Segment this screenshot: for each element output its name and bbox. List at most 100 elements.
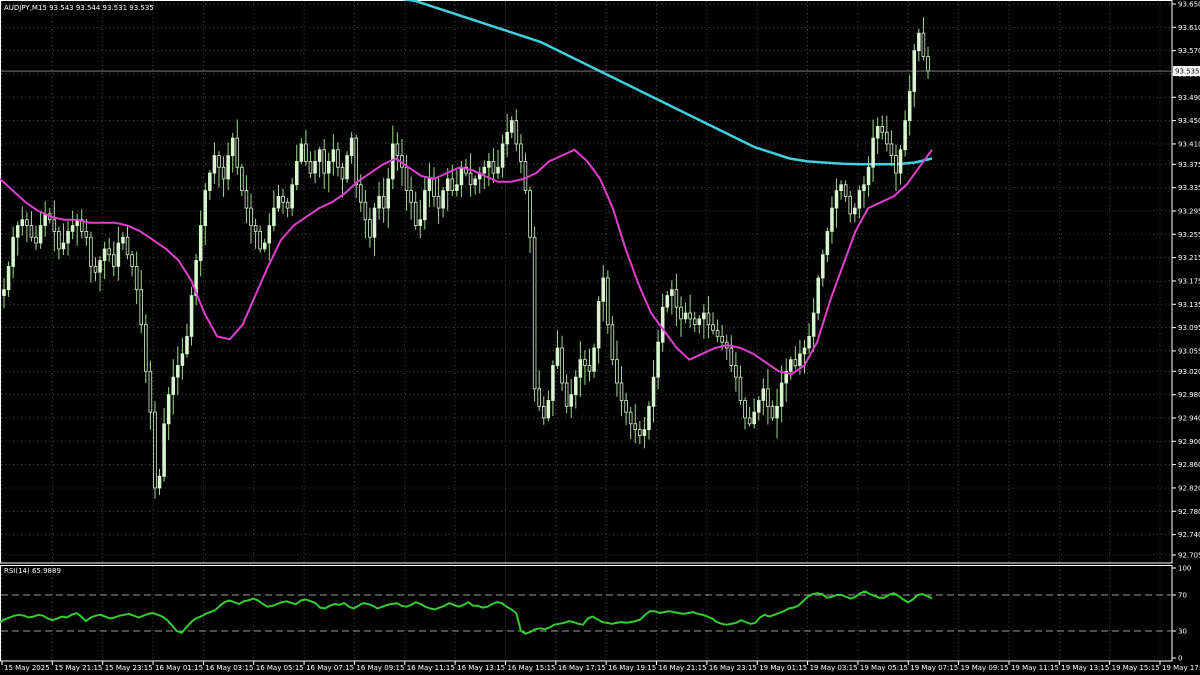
candle-body — [633, 423, 638, 431]
candle-body — [436, 196, 441, 209]
price-tick-label: 92.980 — [1178, 391, 1200, 399]
candle-body — [843, 184, 848, 197]
candle-body — [555, 347, 560, 366]
candle-body — [221, 166, 226, 180]
candle-body — [203, 190, 208, 226]
candle-body — [816, 277, 820, 314]
candle-body — [198, 225, 203, 261]
price-tick-label: 92.940 — [1178, 414, 1200, 422]
candle-body — [25, 219, 29, 226]
candle-body — [734, 365, 738, 378]
candle-body — [208, 172, 212, 191]
candle-body — [217, 155, 221, 168]
symbol-info-header: AUDJPY,M15 93.543 93.544 93.531 93.535 — [4, 4, 154, 12]
candle-body — [839, 184, 843, 191]
candle-body — [628, 411, 633, 425]
time-tick-label: 16 May 11:15 — [407, 664, 455, 672]
candle-body — [871, 137, 875, 168]
candle-body — [738, 376, 743, 401]
candle-body — [743, 400, 747, 419]
candle-body — [775, 405, 779, 419]
candle-body — [130, 254, 134, 267]
candle-body — [253, 225, 258, 232]
candle-body — [116, 242, 121, 267]
candle-body — [578, 359, 583, 378]
last-price-label: 93.535 — [1175, 68, 1200, 76]
candle-body — [546, 400, 551, 419]
candle-body — [139, 289, 143, 326]
candle-body — [802, 347, 807, 355]
candle-body — [496, 166, 500, 174]
rsi-tick-label: 30 — [1178, 628, 1187, 636]
candle-body — [423, 190, 427, 221]
candle-body — [144, 324, 148, 372]
rsi-tick-label: 70 — [1178, 592, 1187, 600]
candle-body — [445, 178, 450, 191]
candle-body — [770, 405, 775, 419]
candle-body — [455, 184, 459, 191]
rsi-panel-label: RSI(14) 65.9889 — [4, 567, 61, 575]
candle-body — [601, 277, 606, 302]
candle-body — [249, 207, 253, 226]
candle-body — [624, 400, 628, 413]
candle-body — [11, 236, 15, 267]
price-tick-label: 93.295 — [1178, 207, 1200, 215]
price-tick-label: 93.095 — [1178, 324, 1200, 332]
price-tick-label: 92.740 — [1178, 531, 1200, 539]
candle-body — [715, 330, 720, 337]
candle-body — [523, 161, 528, 191]
candle-body — [848, 196, 853, 215]
candle-body — [537, 388, 541, 407]
candle-body — [258, 230, 262, 250]
candle-body — [121, 236, 125, 244]
candle-body — [413, 201, 418, 226]
candle-body — [766, 388, 770, 407]
candle-body — [317, 149, 322, 162]
time-tick-label: 19 May 01:15 — [759, 664, 807, 672]
time-tick-label: 19 May 17:15 — [1162, 664, 1200, 672]
candle-body — [825, 230, 830, 256]
candle-body — [166, 394, 171, 425]
rsi-tick-label: 100 — [1178, 565, 1191, 573]
price-tick-label: 92.860 — [1178, 461, 1200, 469]
time-tick-label: 16 May 13:15 — [457, 664, 505, 672]
candle-body — [299, 143, 304, 162]
candle-body — [157, 475, 162, 489]
price-tick-label: 93.335 — [1178, 184, 1200, 192]
time-tick-label: 16 May 09:15 — [356, 664, 404, 672]
time-tick-label: 15 May 21:15 — [54, 664, 102, 672]
candle-body — [354, 137, 358, 186]
time-tick-label: 16 May 03:15 — [205, 664, 253, 672]
price-tick-label: 92.900 — [1178, 438, 1200, 446]
candle-body — [532, 236, 537, 390]
candle-body — [34, 236, 38, 244]
candle-body — [331, 149, 336, 162]
candle-body — [779, 382, 784, 407]
candle-body — [6, 265, 11, 291]
candle-body — [674, 289, 679, 308]
candle-body — [102, 248, 107, 261]
candle-body — [587, 365, 592, 372]
candle-body — [61, 242, 66, 250]
price-tick-label: 93.020 — [1178, 368, 1200, 376]
candle-body — [441, 190, 445, 209]
candle-body — [459, 166, 464, 186]
candle-body — [468, 172, 473, 186]
candle-body — [272, 207, 276, 226]
candle-body — [569, 394, 573, 407]
candle-body — [148, 370, 153, 413]
candle-body — [756, 400, 761, 413]
candle-body — [619, 382, 624, 401]
chart-canvas: 93.65093.61093.57093.53093.49093.45093.4… — [0, 0, 1200, 675]
candle-body — [606, 277, 610, 326]
candle-body — [665, 295, 670, 308]
candle-body — [811, 312, 816, 337]
candle-body — [528, 190, 532, 238]
candle-body — [276, 196, 281, 209]
candle-body — [921, 32, 926, 57]
candle-body — [345, 155, 349, 180]
candle-body — [706, 312, 711, 326]
price-tick-label: 93.410 — [1178, 140, 1200, 148]
candle-body — [683, 312, 688, 320]
candle-body — [647, 405, 651, 431]
